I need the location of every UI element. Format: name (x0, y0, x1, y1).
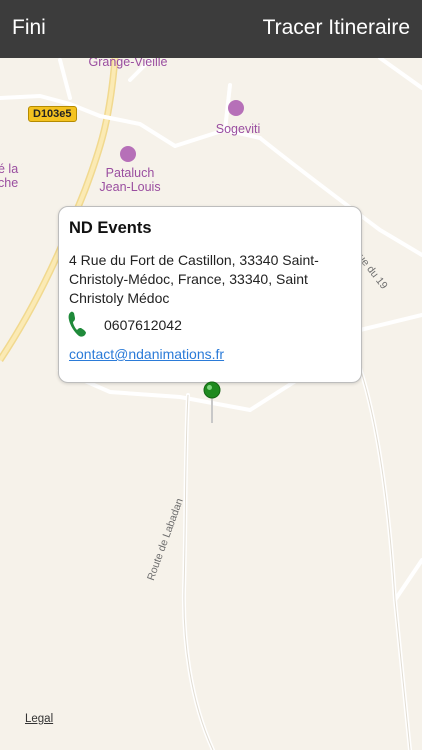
phone-icon[interactable] (67, 310, 89, 338)
place-title: ND Events (69, 219, 152, 237)
wine-poi-icon[interactable] (120, 146, 136, 162)
poi-label-pataluch[interactable]: Pataluch Jean-Louis (93, 166, 167, 194)
poi-label-partial[interactable]: é la che (0, 162, 20, 190)
top-bar: Fini Tracer Itineraire (0, 0, 422, 58)
wine-poi-icon[interactable] (228, 100, 244, 116)
map-pin-icon[interactable] (203, 381, 221, 423)
place-callout[interactable]: ND Events 4 Rue du Fort de Castillon, 33… (58, 206, 362, 383)
email-link[interactable]: contact@ndanimations.fr (69, 346, 224, 362)
done-button[interactable]: Fini (12, 16, 46, 40)
road-badge: D103e5 (28, 106, 77, 122)
legal-link[interactable]: Legal (25, 713, 53, 725)
poi-label-grange-vieille[interactable]: Grange-Vieille (78, 58, 178, 69)
route-button[interactable]: Tracer Itineraire (263, 16, 410, 40)
phone-number[interactable]: 0607612042 (104, 317, 182, 333)
poi-label-sogeviti[interactable]: Sogeviti (208, 122, 268, 136)
place-address: 4 Rue du Fort de Castillon, 33340 Saint-… (69, 252, 319, 306)
